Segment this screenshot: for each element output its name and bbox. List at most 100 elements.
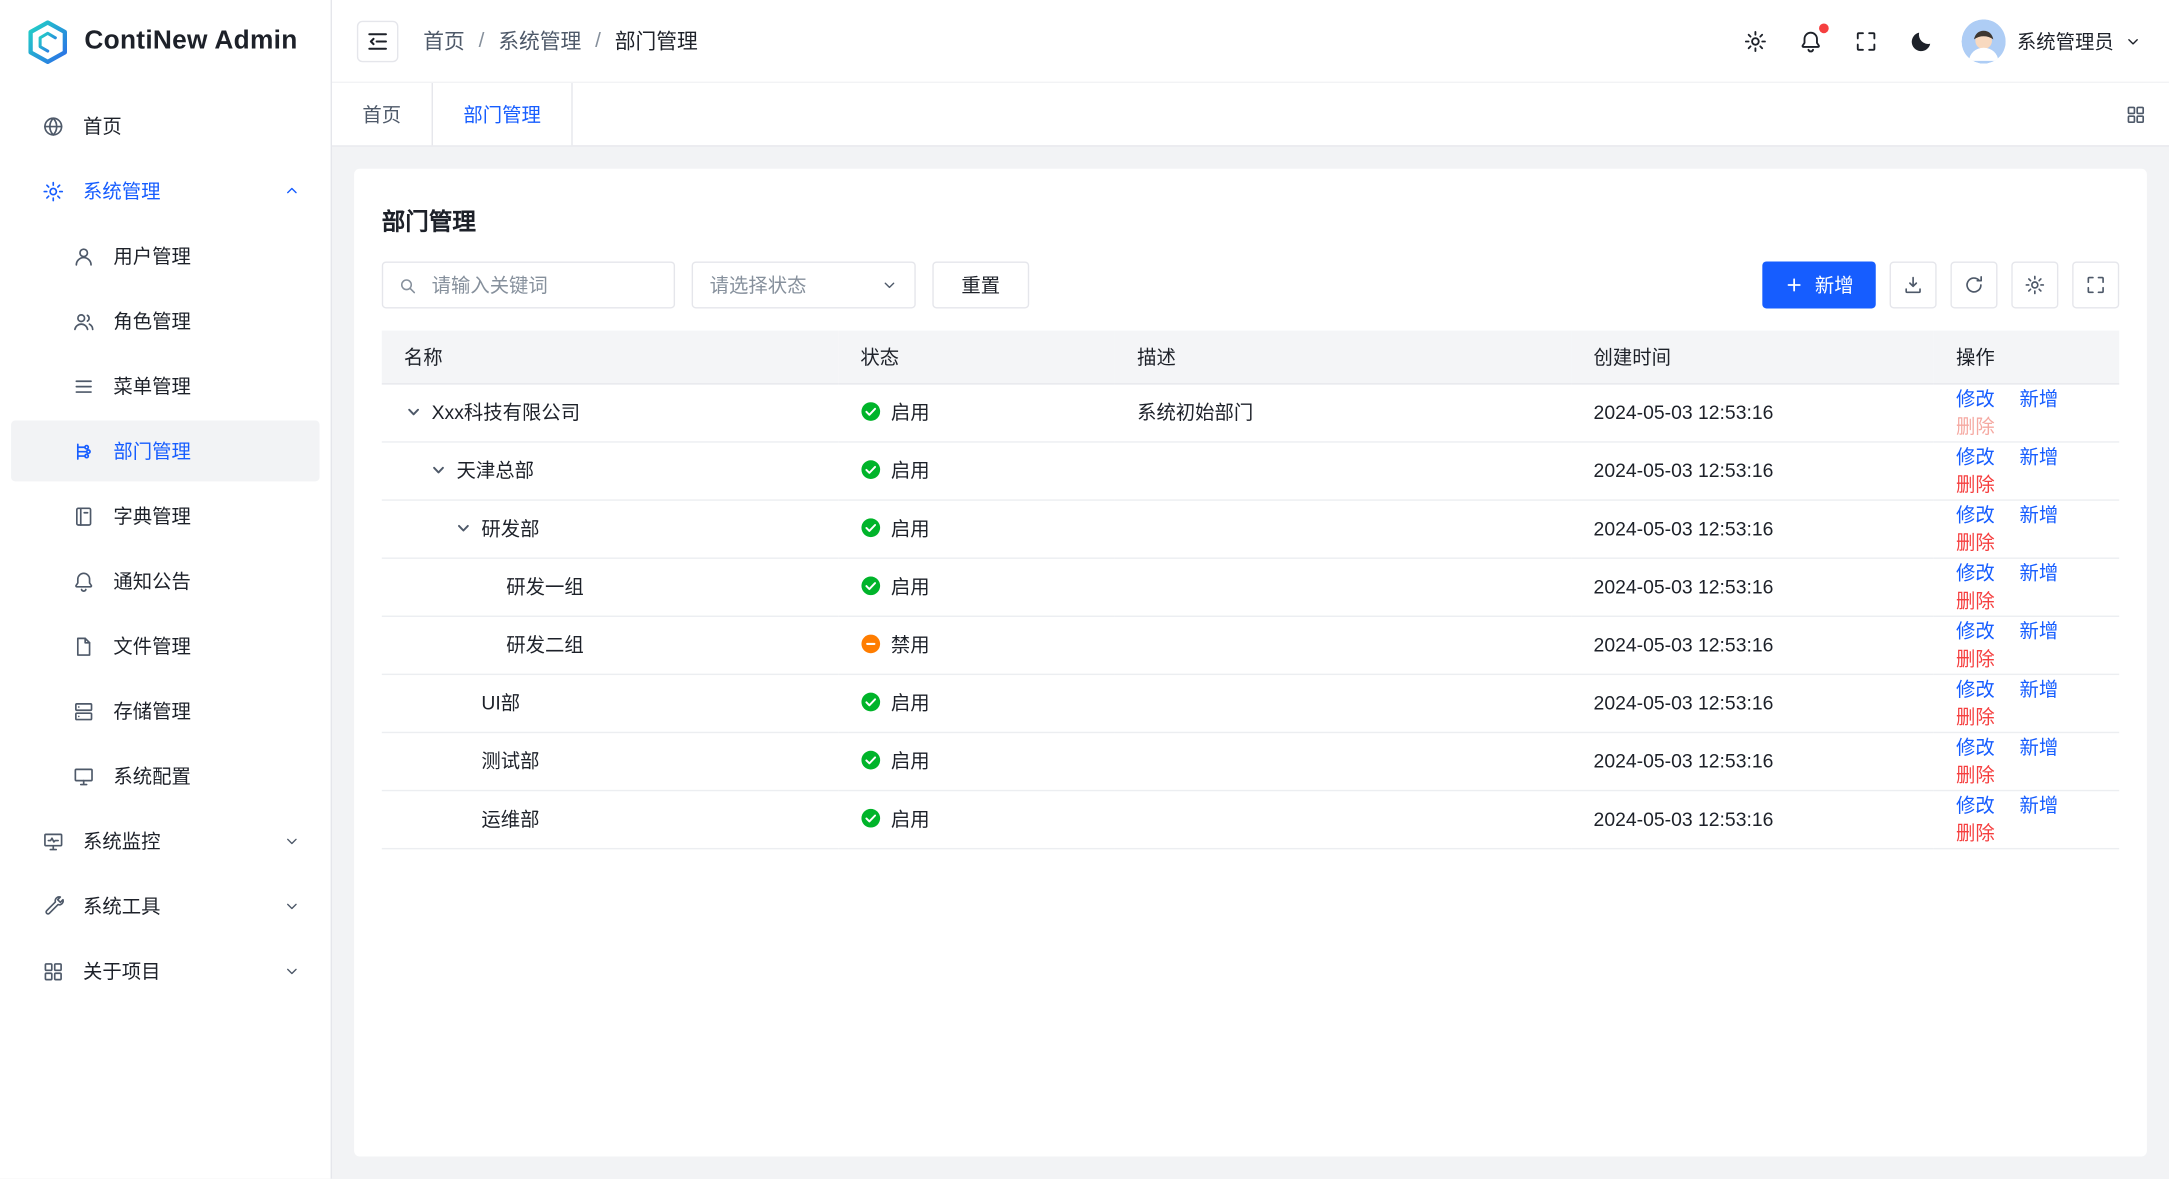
sidebar-item-label: 系统监控 xyxy=(83,827,160,855)
sidebar-item-department-management[interactable]: 部门管理 xyxy=(11,421,319,482)
refresh-icon[interactable] xyxy=(1950,261,1997,308)
status-select[interactable]: 请选择状态 xyxy=(692,261,916,308)
app-layout: ContiNew Admin 首页 系统管理 xyxy=(0,0,2169,1179)
collapse-row-icon[interactable] xyxy=(429,461,448,480)
menu-list-icon xyxy=(72,374,96,398)
sidebar-item-system-management[interactable]: 系统管理 xyxy=(11,160,319,221)
dark-mode-moon-icon[interactable] xyxy=(1906,26,1936,56)
dept-name: Xxx科技有限公司 xyxy=(432,398,580,426)
add-child-link[interactable]: 新增 xyxy=(2019,736,2058,758)
edit-link[interactable]: 修改 xyxy=(1956,504,1995,526)
chevron-down-icon xyxy=(881,277,898,294)
collapse-row-icon[interactable] xyxy=(404,403,423,422)
column-settings-gear-icon[interactable] xyxy=(2011,261,2058,308)
sidebar-item-label: 关于项目 xyxy=(83,957,160,985)
delete-link[interactable]: 删除 xyxy=(1956,705,1995,727)
sidebar-item-role-management[interactable]: 角色管理 xyxy=(11,290,319,351)
add-child-link[interactable]: 新增 xyxy=(2019,504,2058,526)
collapse-row-icon[interactable] xyxy=(454,519,473,538)
logo[interactable]: ContiNew Admin xyxy=(0,0,331,83)
sidebar-item-storage-management[interactable]: 存储管理 xyxy=(11,681,319,742)
status-enabled-icon xyxy=(860,692,881,713)
edit-link[interactable]: 修改 xyxy=(1956,562,1995,584)
status-select-placeholder: 请选择状态 xyxy=(710,271,882,299)
breadcrumb-system-management[interactable]: 系统管理 xyxy=(498,26,581,55)
delete-link[interactable]: 删除 xyxy=(1956,589,1995,611)
tab-grid-icon[interactable] xyxy=(2125,103,2147,125)
sidebar-item-system-config[interactable]: 系统配置 xyxy=(11,746,319,807)
col-header-time: 创建时间 xyxy=(1571,331,1933,384)
delete-link[interactable]: 删除 xyxy=(1956,764,1995,786)
add-button[interactable]: 新增 xyxy=(1762,261,1875,308)
table-row: 研发一组 启用 2024-05-03 12:53:16 修改 xyxy=(382,557,2119,615)
fullscreen-icon[interactable] xyxy=(1851,26,1881,56)
sidebar-item-home[interactable]: 首页 xyxy=(11,95,319,156)
dept-name: 研发部 xyxy=(481,515,539,543)
sidebar-item-file-management[interactable]: 文件管理 xyxy=(11,616,319,677)
status-disabled-icon xyxy=(860,634,881,655)
table-fullscreen-icon[interactable] xyxy=(2072,261,2119,308)
add-child-link[interactable]: 新增 xyxy=(2019,678,2058,700)
chevron-down-icon xyxy=(284,963,301,980)
table-row: 测试部 启用 2024-05-03 12:53:16 修改 xyxy=(382,732,2119,790)
status-label: 启用 xyxy=(891,398,930,426)
delete-link[interactable]: 删除 xyxy=(1956,473,1995,495)
sidebar-collapse-icon[interactable] xyxy=(357,20,398,61)
add-child-link[interactable]: 新增 xyxy=(2019,445,2058,467)
dept-created-time: 2024-05-03 12:53:16 xyxy=(1571,790,1933,848)
table-row: UI部 启用 2024-05-03 12:53:16 修改 xyxy=(382,674,2119,732)
edit-link[interactable]: 修改 xyxy=(1956,736,1995,758)
status-enabled-icon xyxy=(860,402,881,423)
delete-link[interactable]: 删除 xyxy=(1956,531,1995,553)
sidebar-item-system-tools[interactable]: 系统工具 xyxy=(11,876,319,937)
app-title: ContiNew Admin xyxy=(84,26,297,56)
add-child-link[interactable]: 新增 xyxy=(2019,387,2058,409)
breadcrumb-current: 部门管理 xyxy=(615,26,698,55)
dept-desc xyxy=(1115,441,1571,499)
add-child-link[interactable]: 新增 xyxy=(2019,562,2058,584)
sidebar-item-label: 系统工具 xyxy=(83,892,160,920)
search-icon xyxy=(397,275,418,296)
table-row: 研发部 启用 2024-05-03 12:53:16 修改 xyxy=(382,499,2119,557)
search-input[interactable] xyxy=(429,273,660,298)
dept-created-time: 2024-05-03 12:53:16 xyxy=(1571,732,1933,790)
breadcrumb-separator: / xyxy=(479,29,485,53)
tab-department-management[interactable]: 部门管理 xyxy=(433,83,573,145)
dept-desc xyxy=(1115,674,1571,732)
main-area: 首页 / 系统管理 / 部门管理 xyxy=(332,0,2169,1179)
edit-link[interactable]: 修改 xyxy=(1956,794,1995,816)
sidebar-item-label: 系统配置 xyxy=(113,762,190,790)
edit-link[interactable]: 修改 xyxy=(1956,445,1995,467)
reset-button[interactable]: 重置 xyxy=(932,261,1029,308)
user-menu[interactable]: 系统管理员 xyxy=(1962,19,2142,63)
dept-desc xyxy=(1115,732,1571,790)
breadcrumb-separator: / xyxy=(595,29,601,53)
settings-gear-icon[interactable] xyxy=(1740,26,1770,56)
add-child-link[interactable]: 新增 xyxy=(2019,794,2058,816)
toolbar: 请选择状态 重置 新增 xyxy=(382,261,2119,308)
sidebar-item-about-project[interactable]: 关于项目 xyxy=(11,941,319,1002)
delete-link[interactable]: 删除 xyxy=(1956,647,1995,669)
sidebar-item-notifications[interactable]: 通知公告 xyxy=(11,551,319,612)
dept-desc xyxy=(1115,616,1571,674)
edit-link[interactable]: 修改 xyxy=(1956,678,1995,700)
notification-dot xyxy=(1819,23,1829,33)
status-enabled-icon xyxy=(860,750,881,771)
storage-icon xyxy=(72,699,96,723)
add-child-link[interactable]: 新增 xyxy=(2019,620,2058,642)
table-row: 天津总部 启用 2024-05-03 12:53:16 修改 xyxy=(382,441,2119,499)
delete-link[interactable]: 删除 xyxy=(1956,822,1995,844)
status-label: 启用 xyxy=(891,689,930,717)
export-download-icon[interactable] xyxy=(1890,261,1937,308)
notification-bell-icon[interactable] xyxy=(1796,26,1826,56)
sidebar-item-menu-management[interactable]: 菜单管理 xyxy=(11,356,319,417)
edit-link[interactable]: 修改 xyxy=(1956,620,1995,642)
sidebar-item-user-management[interactable]: 用户管理 xyxy=(11,225,319,286)
tab-home[interactable]: 首页 xyxy=(332,83,433,145)
edit-link[interactable]: 修改 xyxy=(1956,387,1995,409)
sidebar-item-label: 角色管理 xyxy=(113,307,190,335)
sidebar-item-dictionary-management[interactable]: 字典管理 xyxy=(11,486,319,547)
sidebar-item-system-monitoring[interactable]: 系统监控 xyxy=(11,811,319,872)
breadcrumb-home[interactable]: 首页 xyxy=(423,26,465,55)
tab-bar: 首页 部门管理 xyxy=(332,83,2169,147)
